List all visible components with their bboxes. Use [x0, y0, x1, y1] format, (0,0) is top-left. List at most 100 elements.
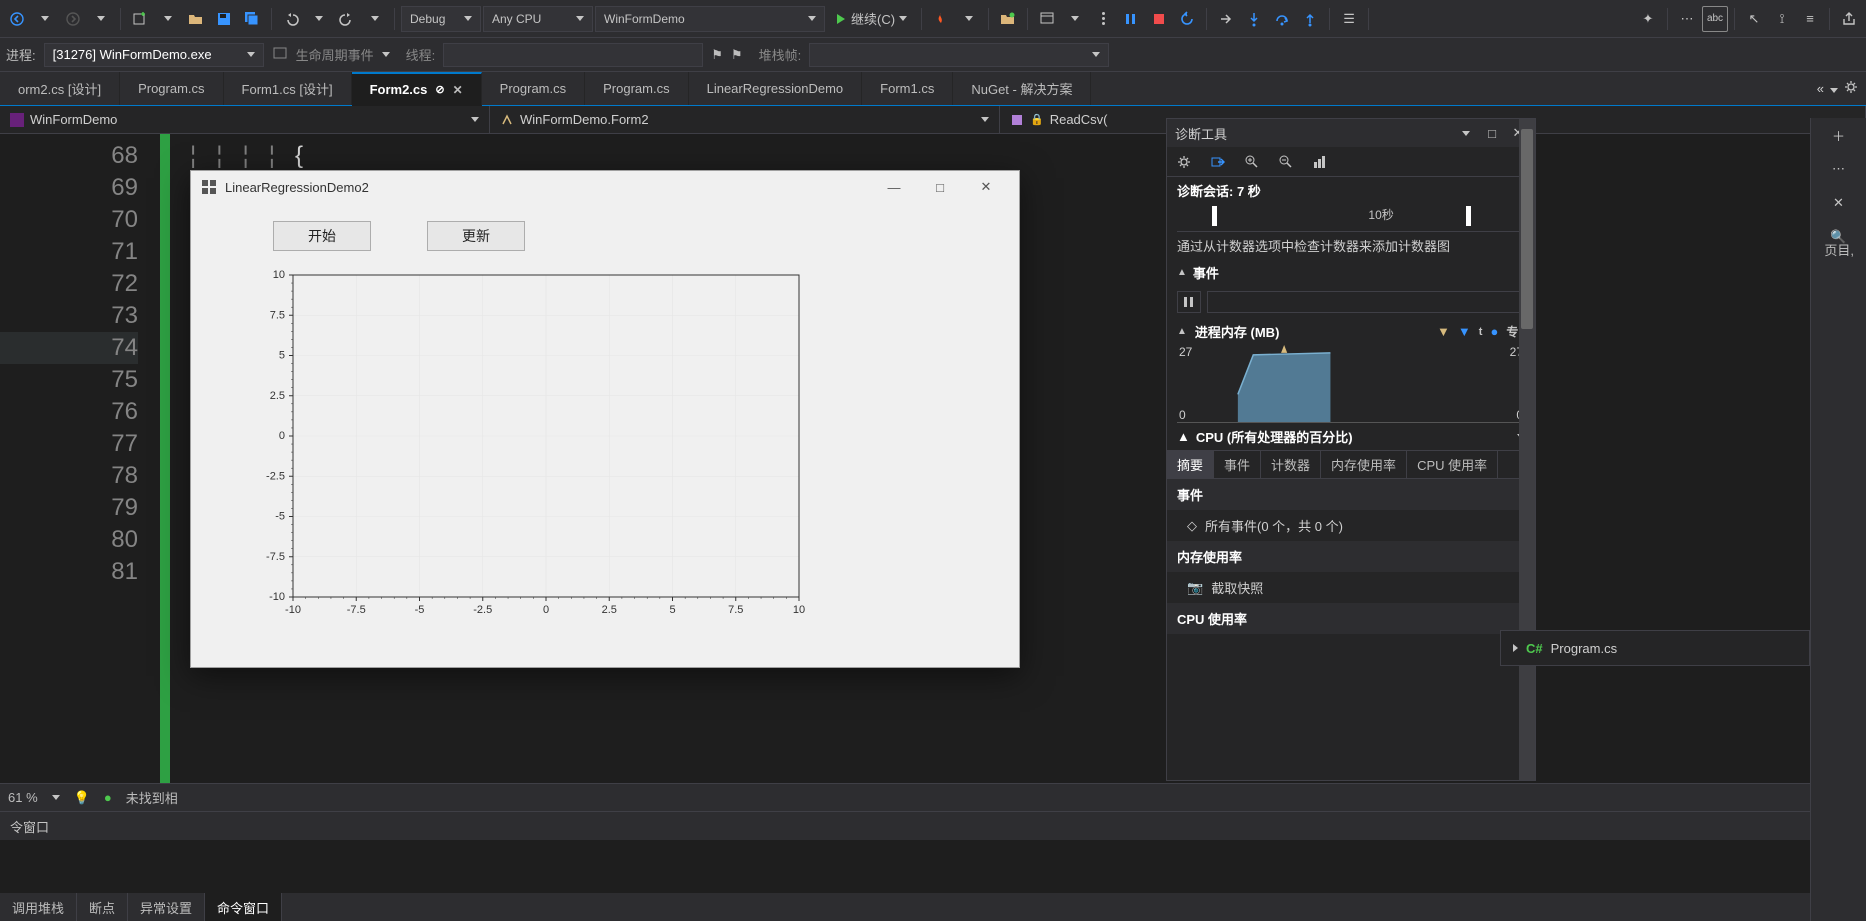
- open-button[interactable]: [183, 6, 209, 32]
- step-over-button[interactable]: [1269, 6, 1295, 32]
- hot-reload-button[interactable]: [928, 6, 954, 32]
- new-item-button[interactable]: [127, 6, 153, 32]
- undo-dropdown[interactable]: [306, 6, 332, 32]
- undo-button[interactable]: [278, 6, 304, 32]
- diag-cpu-header[interactable]: ▲CPU (所有处理器的百分比): [1167, 423, 1535, 450]
- diag-scrollbar[interactable]: [1519, 119, 1535, 780]
- redo-dropdown[interactable]: [362, 6, 388, 32]
- diag-tab-events[interactable]: 事件: [1214, 451, 1261, 478]
- tab-linearregression[interactable]: LinearRegressionDemo: [689, 72, 863, 105]
- zoom-level[interactable]: 61 %: [8, 790, 38, 805]
- hot-reload-dropdown[interactable]: [956, 6, 982, 32]
- bottom-tab-callstack[interactable]: 调用堆栈: [0, 893, 77, 921]
- tab-form1-design[interactable]: Form1.cs [设计]: [224, 72, 352, 105]
- zoom-out-icon[interactable]: [1275, 151, 1297, 173]
- winform-titlebar[interactable]: LinearRegressionDemo2 — □ ✕: [191, 171, 1019, 203]
- nav-back-button[interactable]: [4, 6, 30, 32]
- lifecycle-icon[interactable]: [272, 45, 288, 64]
- flag-icon[interactable]: ⚑: [711, 47, 723, 63]
- update-button[interactable]: 更新: [427, 221, 525, 251]
- maximize-button[interactable]: □: [917, 171, 963, 203]
- nav-back-dropdown[interactable]: [32, 6, 58, 32]
- pin-icon[interactable]: ⊘: [435, 83, 444, 96]
- save-button[interactable]: [211, 6, 237, 32]
- tab-nuget[interactable]: NuGet - 解决方案: [953, 72, 1091, 105]
- tabs-dropdown-button[interactable]: [1830, 81, 1838, 96]
- rstrip-x-button[interactable]: ✕: [1811, 186, 1866, 220]
- tab-program-3[interactable]: Program.cs: [585, 72, 688, 105]
- events-track[interactable]: [1207, 291, 1525, 313]
- gear-icon[interactable]: [1173, 151, 1195, 173]
- diag-snapshot[interactable]: 📷截取快照: [1167, 572, 1535, 603]
- diag-tab-summary[interactable]: 摘要: [1167, 451, 1214, 478]
- nav-project-select[interactable]: WinFormDemo: [0, 106, 490, 133]
- flag2-icon[interactable]: ⚑: [731, 47, 743, 63]
- diag-dropdown-button[interactable]: [1457, 124, 1475, 142]
- thread-select[interactable]: [443, 43, 703, 67]
- diag-events-header[interactable]: ▲事件: [1167, 259, 1535, 286]
- diag-all-events[interactable]: ◇所有事件(0 个，共 0 个): [1167, 510, 1535, 541]
- pause-icon[interactable]: [1177, 291, 1201, 313]
- abc-icon[interactable]: abc: [1702, 6, 1728, 32]
- tabs-gear-button[interactable]: [1844, 80, 1858, 97]
- tabs-overflow-button[interactable]: «: [1817, 81, 1824, 96]
- liveshare-icon[interactable]: ✦: [1635, 6, 1661, 32]
- stackframe-select[interactable]: [809, 43, 1109, 67]
- pause-button[interactable]: [1118, 6, 1144, 32]
- rstrip-more-button[interactable]: ⋯: [1811, 152, 1866, 186]
- share-icon[interactable]: [1836, 6, 1862, 32]
- show-windows-dropdown[interactable]: [1062, 6, 1088, 32]
- restart-button[interactable]: [1174, 6, 1200, 32]
- config-platform-select[interactable]: Any CPU: [483, 6, 593, 32]
- bottom-tab-command[interactable]: 命令窗口: [205, 893, 282, 921]
- tab-form2-design[interactable]: orm2.cs [设计]: [0, 72, 120, 105]
- diag-tab-cpu[interactable]: CPU 使用率: [1407, 451, 1498, 478]
- solution-tree-item[interactable]: C# Program.cs: [1500, 630, 1810, 666]
- chart-icon[interactable]: [1309, 151, 1331, 173]
- svg-text:2.5: 2.5: [602, 604, 617, 616]
- new-item-dropdown[interactable]: [155, 6, 181, 32]
- extension-icon[interactable]: ⋯: [1674, 6, 1700, 32]
- config-debug-select[interactable]: Debug: [401, 6, 481, 32]
- show-next-statement-button[interactable]: [1213, 6, 1239, 32]
- rstrip-add-button[interactable]: ＋: [1811, 118, 1866, 152]
- browse-button[interactable]: [995, 6, 1021, 32]
- start-button[interactable]: 开始: [273, 221, 371, 251]
- code-map-icon[interactable]: [1090, 6, 1116, 32]
- zoom-in-icon[interactable]: [1241, 151, 1263, 173]
- process-select[interactable]: [31276] WinFormDemo.exe: [44, 43, 264, 67]
- save-all-button[interactable]: [239, 6, 265, 32]
- diag-mem-header[interactable]: ▲进程内存 (MB) ▼ ▼t ●专..: [1167, 318, 1535, 345]
- bottom-tab-exceptions[interactable]: 异常设置: [128, 893, 205, 921]
- tab-program-2[interactable]: Program.cs: [482, 72, 585, 105]
- lightbulb-icon[interactable]: 💡: [74, 790, 90, 806]
- step-out-button[interactable]: [1297, 6, 1323, 32]
- command-window-body[interactable]: [0, 840, 1866, 893]
- minimize-button[interactable]: —: [871, 171, 917, 203]
- diag-tab-counters[interactable]: 计数器: [1261, 451, 1321, 478]
- more-lines-icon[interactable]: ≡: [1797, 6, 1823, 32]
- bottom-tab-breakpoints[interactable]: 断点: [77, 893, 128, 921]
- diag-tab-memory[interactable]: 内存使用率: [1321, 451, 1407, 478]
- tab-program-1[interactable]: Program.cs: [120, 72, 223, 105]
- nav-forward-button[interactable]: [60, 6, 86, 32]
- stop-button[interactable]: [1146, 6, 1172, 32]
- redo-button[interactable]: [334, 6, 360, 32]
- step-into-button[interactable]: [1241, 6, 1267, 32]
- goto-icon[interactable]: [1207, 151, 1229, 173]
- startup-project-select[interactable]: WinFormDemo: [595, 6, 825, 32]
- show-windows-button[interactable]: [1034, 6, 1060, 32]
- diag-maximize-button[interactable]: □: [1483, 124, 1501, 142]
- intellitrace-icon[interactable]: ☰: [1336, 6, 1362, 32]
- ruler-icon[interactable]: ⟟: [1769, 6, 1795, 32]
- diag-timeline[interactable]: 10秒: [1177, 204, 1525, 232]
- continue-button[interactable]: 继续(C): [827, 6, 915, 32]
- tab-form1-cs[interactable]: Form1.cs: [862, 72, 953, 105]
- chevron-down-icon[interactable]: [52, 795, 60, 800]
- tab-form2-cs[interactable]: Form2.cs⊘✕: [352, 72, 482, 106]
- close-button[interactable]: ✕: [963, 171, 1009, 203]
- nav-class-select[interactable]: WinFormDemo.Form2: [490, 106, 1000, 133]
- nav-forward-dropdown[interactable]: [88, 6, 114, 32]
- close-icon[interactable]: ✕: [453, 83, 463, 97]
- cursor-icon[interactable]: ↖: [1741, 6, 1767, 32]
